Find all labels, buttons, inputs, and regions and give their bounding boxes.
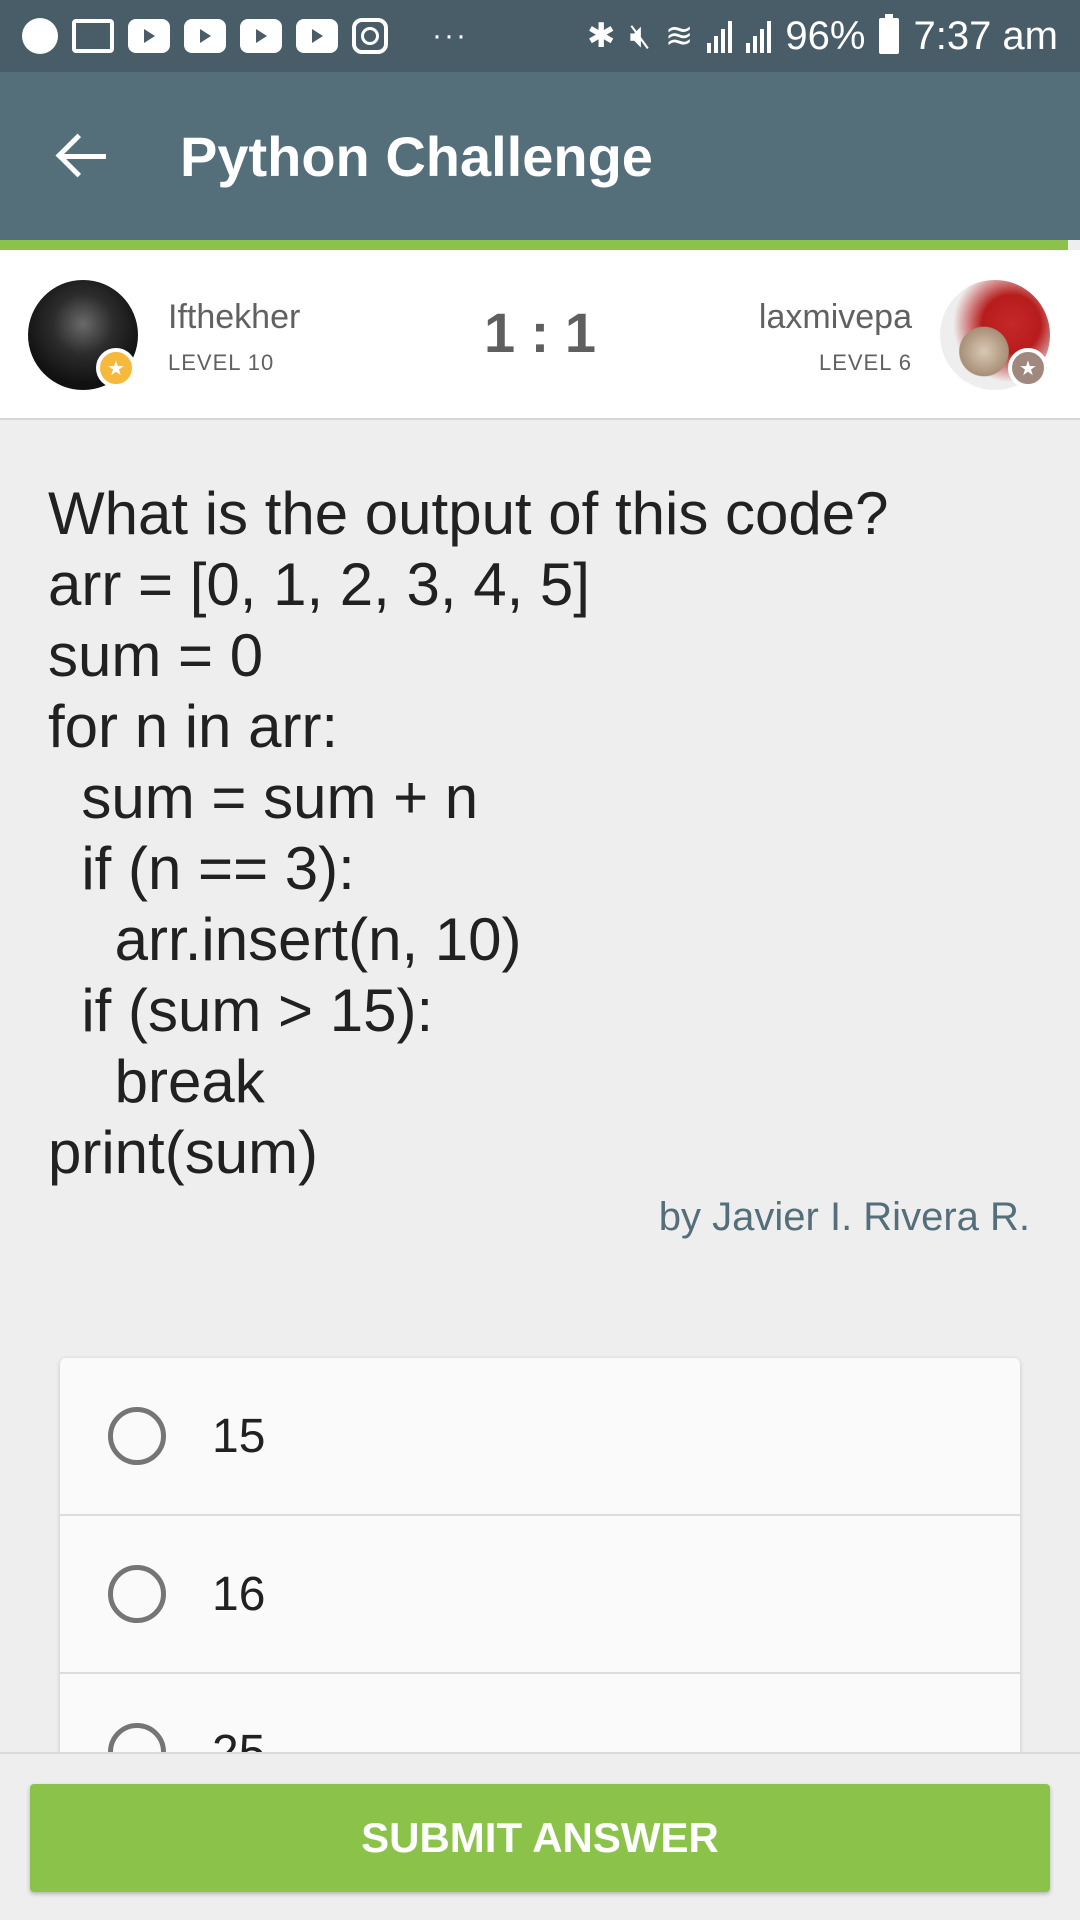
progress-strip xyxy=(0,240,1068,250)
mute-icon: 🔇︎ xyxy=(629,16,651,56)
notification-icons: ··· xyxy=(22,18,468,54)
battery-icon xyxy=(879,14,900,54)
radio-button[interactable] xyxy=(108,1565,166,1623)
answer-option[interactable]: 16 xyxy=(60,1516,1020,1674)
player-right-level: LEVEL 6 xyxy=(818,350,912,375)
instagram-icon xyxy=(352,18,388,54)
radio-button[interactable] xyxy=(108,1407,166,1465)
signal-icon xyxy=(707,19,733,53)
app-bar: Python Challenge xyxy=(0,72,1080,240)
submit-answer-button[interactable]: SUBMIT ANSWER xyxy=(30,1784,1050,1892)
answer-option-label: 16 xyxy=(212,1567,266,1621)
bottom-bar: SUBMIT ANSWER xyxy=(0,1752,1080,1920)
youtube-icon xyxy=(184,19,226,53)
screen: ··· ✱ 🔇︎ ≋ 96% 7:37 am Python Challenge … xyxy=(0,0,1080,1920)
youtube-icon xyxy=(296,19,338,53)
battery-percent: 96% xyxy=(785,13,866,58)
page-title: Python Challenge xyxy=(180,124,653,188)
bluetooth-icon: ✱ xyxy=(586,16,616,56)
players-bar: ★ Ifthekher LEVEL 10 1 : 1 laxmivepa LEV… xyxy=(0,250,1080,420)
clock: 7:37 am xyxy=(913,13,1058,58)
status-bar: ··· ✱ 🔇︎ ≋ 96% 7:37 am xyxy=(0,0,1080,72)
youtube-icon xyxy=(128,19,170,53)
question-author: by Javier I. Rivera R. xyxy=(658,1195,1030,1239)
messenger-icon xyxy=(22,18,58,54)
back-arrow-icon[interactable] xyxy=(54,128,110,184)
more-notifications-icon: ··· xyxy=(432,19,468,52)
book-icon xyxy=(72,19,114,53)
wifi-icon: ≋ xyxy=(664,16,694,56)
score: 1 : 1 xyxy=(483,301,597,364)
question-text: What is the output of this code? arr = [… xyxy=(48,480,889,1186)
player-right-name: laxmivepa xyxy=(758,298,912,336)
system-icons: ✱ 🔇︎ ≋ 96% 7:37 am xyxy=(587,14,1058,59)
answer-option-label: 15 xyxy=(212,1409,266,1463)
signal-icon xyxy=(746,19,772,53)
star-badge-icon: ★ xyxy=(1008,348,1048,388)
youtube-icon xyxy=(240,19,282,53)
answer-option[interactable]: 15 xyxy=(60,1358,1020,1516)
